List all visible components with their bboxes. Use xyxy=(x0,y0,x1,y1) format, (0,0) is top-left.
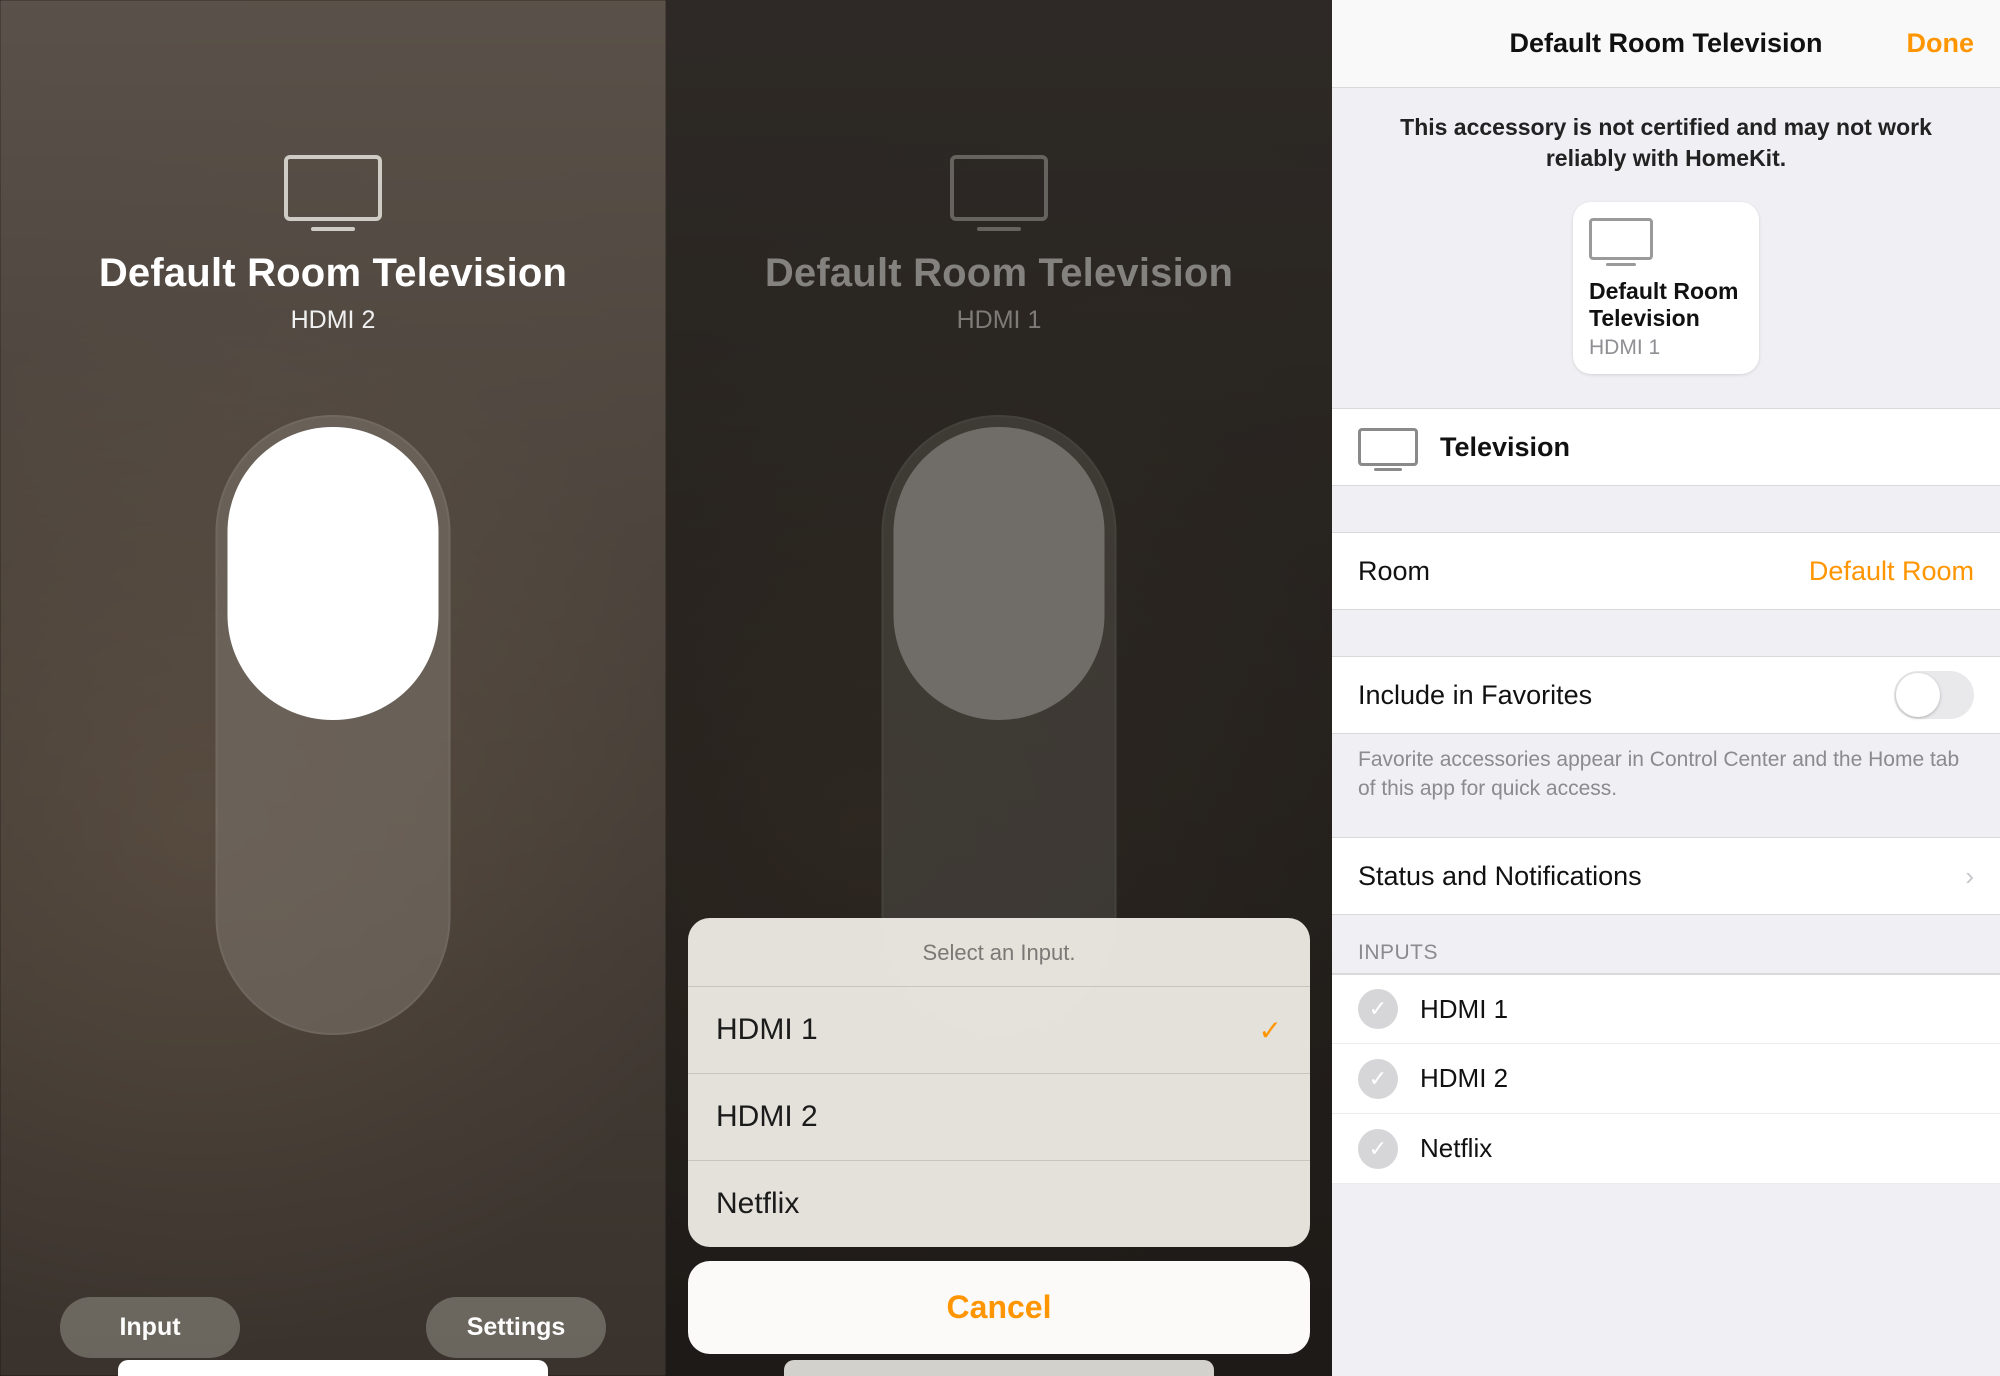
tile-subtitle: HDMI 1 xyxy=(1589,336,1743,360)
device-name-row[interactable]: Television xyxy=(1332,408,2000,486)
accessory-tile[interactable]: Default Room Television HDMI 1 xyxy=(1573,202,1759,374)
device-title: Default Room Television xyxy=(0,251,666,296)
sheet-cancel-button[interactable]: Cancel xyxy=(688,1261,1310,1354)
check-circle-icon: ✓ xyxy=(1358,1059,1398,1099)
check-circle-icon: ✓ xyxy=(1358,989,1398,1029)
room-label: Room xyxy=(1358,556,1430,587)
sheet-option-netflix[interactable]: Netflix xyxy=(688,1160,1310,1247)
input-label: HDMI 2 xyxy=(1420,1045,1974,1112)
settings-button[interactable]: Settings xyxy=(426,1297,606,1358)
input-row-hdmi2[interactable]: ✓ HDMI 2 xyxy=(1332,1044,2000,1114)
power-slider[interactable] xyxy=(216,415,451,1035)
room-value: Default Room xyxy=(1809,556,1974,587)
checkmark-icon: ✓ xyxy=(1259,1014,1282,1047)
tv-icon xyxy=(284,155,382,221)
input-row-hdmi1[interactable]: ✓ HDMI 1 xyxy=(1332,974,2000,1044)
sheet-option-label: Netflix xyxy=(716,1187,799,1221)
home-indicator[interactable] xyxy=(784,1360,1214,1376)
chevron-right-icon: › xyxy=(1965,861,1974,892)
favorites-footnote: Favorite accessories appear in Control C… xyxy=(1332,734,2000,807)
sheet-option-hdmi1[interactable]: HDMI 1 ✓ xyxy=(688,986,1310,1073)
input-button[interactable]: Input xyxy=(60,1297,240,1358)
input-row-netflix[interactable]: ✓ Netflix xyxy=(1332,1114,2000,1184)
done-button[interactable]: Done xyxy=(1907,28,1975,59)
status-notifications-row[interactable]: Status and Notifications › xyxy=(1332,837,2000,915)
favorites-label: Include in Favorites xyxy=(1358,680,1592,711)
check-circle-icon: ✓ xyxy=(1358,1129,1398,1169)
home-indicator[interactable] xyxy=(118,1360,548,1376)
room-row[interactable]: Room Default Room xyxy=(1332,532,2000,610)
input-action-sheet: Select an Input. HDMI 1 ✓ HDMI 2 Netflix… xyxy=(688,918,1310,1354)
sheet-option-label: HDMI 2 xyxy=(716,1100,818,1134)
tv-icon xyxy=(1358,428,1418,466)
input-label: HDMI 1 xyxy=(1420,976,1974,1043)
sheet-option-hdmi2[interactable]: HDMI 2 xyxy=(688,1073,1310,1160)
status-label: Status and Notifications xyxy=(1358,861,1642,892)
device-name-label: Television xyxy=(1440,432,1570,463)
nav-bar: Default Room Television Done xyxy=(1332,0,2000,88)
favorites-toggle[interactable] xyxy=(1894,671,1974,719)
device-subtitle: HDMI 2 xyxy=(0,306,666,335)
tile-name: Default Room Television xyxy=(1589,278,1743,332)
certification-warning: This accessory is not certified and may … xyxy=(1332,88,2000,192)
inputs-section-header: INPUTS xyxy=(1332,915,2000,973)
slider-knob xyxy=(228,427,439,720)
favorites-row: Include in Favorites xyxy=(1332,656,2000,734)
input-label: Netflix xyxy=(1420,1115,1974,1182)
sheet-option-label: HDMI 1 xyxy=(716,1013,818,1047)
tv-icon xyxy=(1589,218,1653,260)
nav-title: Default Room Television xyxy=(1509,28,1822,59)
sheet-title: Select an Input. xyxy=(688,918,1310,986)
